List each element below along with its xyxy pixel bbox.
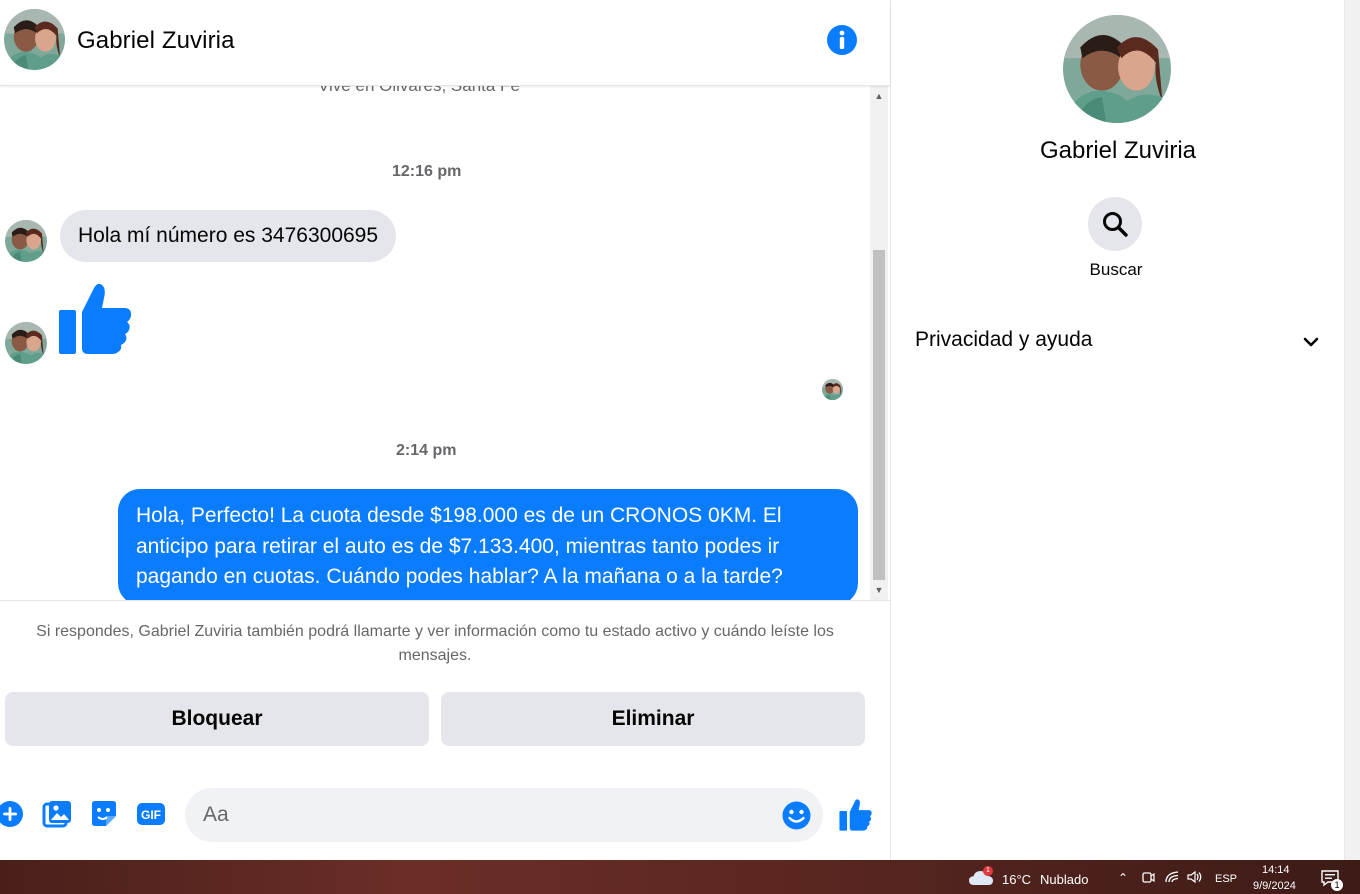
page-scrollbar[interactable] bbox=[1344, 0, 1360, 860]
clock-time[interactable]: 14:14 bbox=[1262, 864, 1290, 876]
contact-location: Vive en Olivares, Santa Fe bbox=[318, 86, 520, 96]
contact-avatar[interactable] bbox=[4, 9, 65, 70]
sender-avatar[interactable] bbox=[5, 322, 47, 364]
chevron-down-icon[interactable] bbox=[1301, 332, 1321, 352]
message-input[interactable] bbox=[185, 788, 823, 842]
contact-name[interactable]: Gabriel Zuviria bbox=[77, 27, 235, 55]
message-scrollbar[interactable]: ▲ ▼ bbox=[870, 86, 888, 600]
seen-receipt-avatar bbox=[822, 379, 843, 400]
temperature[interactable]: 16°C bbox=[1002, 872, 1031, 887]
gif-label: GIF bbox=[141, 808, 161, 822]
delete-button[interactable]: Eliminar bbox=[441, 692, 865, 746]
notification-count: 1 bbox=[1331, 879, 1343, 891]
sticker-icon[interactable] bbox=[88, 798, 120, 830]
search-button[interactable] bbox=[1088, 197, 1142, 251]
scroll-down-arrow[interactable]: ▼ bbox=[870, 582, 888, 598]
thumbs-up-icon[interactable] bbox=[839, 798, 873, 832]
language-indicator[interactable]: ESP bbox=[1215, 873, 1237, 885]
weather-condition[interactable]: Nublado bbox=[1040, 872, 1088, 887]
scroll-up-arrow[interactable]: ▲ bbox=[870, 88, 888, 104]
sender-avatar[interactable] bbox=[5, 220, 47, 262]
thumbs-up-icon[interactable] bbox=[58, 282, 134, 356]
clock-date[interactable]: 9/9/2024 bbox=[1253, 880, 1296, 892]
gif-icon[interactable]: GIF bbox=[135, 798, 167, 830]
volume-icon[interactable] bbox=[1187, 870, 1203, 886]
meet-icon[interactable] bbox=[1140, 870, 1156, 886]
windows-taskbar: 1 16°C Nublado ⌃ ESP 14:14 9/9/2024 1 bbox=[0, 860, 1360, 894]
image-icon[interactable] bbox=[41, 798, 73, 830]
contact-details-panel: Gabriel Zuviria Buscar Privacidad y ayud… bbox=[890, 0, 1344, 860]
weather-badge: 1 bbox=[983, 866, 993, 876]
message-list[interactable]: Vive en Olivares, Santa Fe 12:16 pm Hola… bbox=[0, 86, 870, 600]
block-button[interactable]: Bloquear bbox=[5, 692, 429, 746]
search-icon bbox=[1103, 212, 1128, 237]
plus-icon[interactable] bbox=[0, 798, 26, 830]
privacy-help-section[interactable]: Privacidad y ayuda bbox=[915, 322, 1321, 362]
contact-profile-photo[interactable] bbox=[1063, 15, 1171, 123]
chat-pane: Gabriel Zuviria Vive en Olivares, Santa … bbox=[0, 0, 890, 860]
timestamp: 12:16 pm bbox=[392, 163, 462, 180]
divider bbox=[0, 600, 890, 601]
scroll-thumb[interactable] bbox=[873, 250, 885, 580]
reply-notice: Si respondes, Gabriel Zuviria también po… bbox=[36, 623, 834, 664]
messenger-window: Gabriel Zuviria Vive en Olivares, Santa … bbox=[0, 0, 1360, 894]
search-label: Buscar bbox=[1089, 260, 1143, 279]
info-icon[interactable] bbox=[826, 24, 858, 56]
chevron-up-icon[interactable]: ⌃ bbox=[1115, 870, 1131, 886]
timestamp: 2:14 pm bbox=[396, 442, 457, 459]
contact-profile-name[interactable]: Gabriel Zuviria bbox=[891, 137, 1345, 165]
incoming-message[interactable]: Hola mí número es 3476300695 bbox=[60, 210, 397, 262]
emoji-icon[interactable] bbox=[781, 800, 812, 831]
privacy-help-label: Privacidad y ayuda bbox=[915, 328, 1093, 351]
chat-header: Gabriel Zuviria bbox=[0, 0, 890, 86]
wifi-icon[interactable] bbox=[1164, 870, 1180, 886]
outgoing-message[interactable]: Hola, Perfecto! La cuota desde $198.000 … bbox=[118, 489, 858, 600]
